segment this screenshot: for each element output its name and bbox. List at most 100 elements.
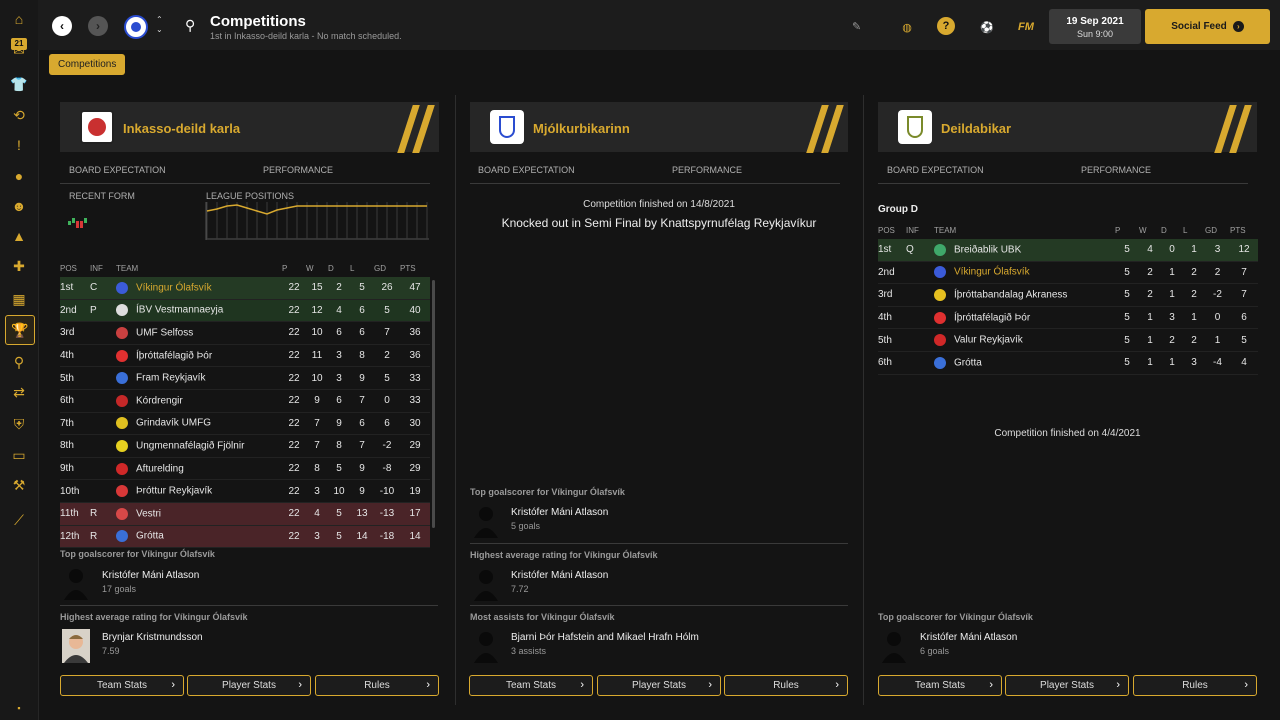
staff-icon[interactable]: ☻: [9, 196, 29, 216]
table-row[interactable]: 2nd P ÍBV Vestmannaeyja 22 12 4 6 5 40: [60, 299, 430, 323]
table-row[interactable]: 5th Valur Reykjavík 5 1 2 2 1 5: [878, 328, 1258, 352]
team-cell[interactable]: Víkingur Ólafsvík: [116, 277, 282, 300]
table-row[interactable]: 6th Grótta 5 1 1 3 -4 4: [878, 351, 1258, 375]
table-row[interactable]: 12th R Grótta 22 3 5 14 -18 14: [60, 525, 430, 549]
goal-diff-cell: 7: [374, 321, 400, 345]
goal-diff-cell: 26: [374, 277, 400, 300]
date-button[interactable]: 19 Sep 2021 Sun 9:00: [1049, 9, 1141, 44]
player-silhouette-icon[interactable]: [62, 566, 90, 600]
table-row[interactable]: 10th Þróttur Reykjavík 22 3 10 9 -10 19: [60, 479, 430, 503]
player-name[interactable]: Brynjar Kristmundsson: [102, 632, 203, 643]
trend-icon[interactable]: ⟋: [9, 510, 29, 530]
team-cell[interactable]: UMF Selfoss: [116, 321, 282, 345]
club-switch-icon[interactable]: ⌃ ⌄: [156, 15, 163, 35]
search-icon[interactable]: ⚲: [185, 17, 195, 34]
schedule-icon[interactable]: ▦: [9, 289, 29, 309]
won-cell: 2: [1139, 261, 1161, 285]
team-stats-button[interactable]: Team Stats ›: [60, 675, 184, 696]
player-silhouette-icon[interactable]: [880, 629, 908, 663]
info-cell: Q: [906, 239, 934, 262]
table-row[interactable]: 9th Afturelding 22 8 5 9 -8 29: [60, 457, 430, 481]
info-cell: [90, 321, 116, 345]
rules-button[interactable]: Rules ›: [724, 675, 848, 696]
football-icon[interactable]: ⚽: [977, 17, 997, 37]
team-cell[interactable]: Valur Reykjavík: [934, 328, 1115, 352]
team-stats-button[interactable]: Team Stats ›: [878, 675, 1002, 696]
table-row[interactable]: 3rd UMF Selfoss 22 10 6 6 7 36: [60, 321, 430, 345]
team-cell[interactable]: Grótta: [934, 351, 1115, 375]
team-cell[interactable]: ÍBV Vestmannaeyja: [116, 299, 282, 323]
finances-icon[interactable]: ▭: [9, 445, 29, 465]
club-icon[interactable]: ⛨: [9, 414, 29, 434]
player-stats-button[interactable]: Player Stats ›: [597, 675, 721, 696]
edit-icon[interactable]: ✎: [852, 20, 861, 33]
squad-icon[interactable]: 👕: [9, 74, 29, 94]
team-cell[interactable]: Kórdrengir: [116, 389, 282, 413]
table-row[interactable]: 11th R Vestri 22 4 5 13 -13 17: [60, 502, 430, 526]
points-cell: 5: [1230, 328, 1258, 352]
rules-button[interactable]: Rules ›: [1133, 675, 1257, 696]
player-name[interactable]: Bjarni Þór Hafstein and Mikael Hrafn Hól…: [511, 632, 699, 643]
rules-button[interactable]: Rules ›: [315, 675, 439, 696]
league-positions-label: LEAGUE POSITIONS: [206, 191, 295, 201]
table-row[interactable]: 4th Íþróttafélagið Þór 5 1 3 1 0 6: [878, 306, 1258, 330]
social-feed-button[interactable]: Social Feed ›: [1145, 9, 1270, 44]
table-row[interactable]: 5th Fram Reykjavík 22 10 3 9 5 33: [60, 366, 430, 390]
team-cell[interactable]: Víkingur Ólafsvík: [934, 261, 1115, 285]
table-row[interactable]: 8th Ungmennafélagið Fjölnir 22 7 8 7 -2 29: [60, 434, 430, 458]
medical-icon[interactable]: ✚: [9, 256, 29, 276]
table-row[interactable]: 6th Kórdrengir 22 9 6 7 0 33: [60, 389, 430, 413]
transfers-icon[interactable]: ⇄: [9, 382, 29, 402]
home-icon[interactable]: ⌂: [9, 9, 29, 29]
table-row[interactable]: 1st Q Breiðablik UBK 5 4 0 1 3 12: [878, 239, 1258, 262]
player-silhouette-icon[interactable]: [472, 567, 500, 601]
team-cell[interactable]: Grindavík UMFG: [116, 412, 282, 436]
team-cell[interactable]: Íþróttafélagið Þór: [934, 306, 1115, 330]
table-row[interactable]: 3rd Íþróttabandalag Akraness 5 2 1 2 -2 7: [878, 283, 1258, 307]
chevron-right-icon: ›: [580, 679, 584, 691]
player-stats-button[interactable]: Player Stats ›: [1005, 675, 1129, 696]
help-icon[interactable]: ?: [937, 17, 955, 35]
player-silhouette-icon[interactable]: [472, 504, 500, 538]
player-name[interactable]: Kristófer Máni Atlason: [511, 507, 608, 518]
player-silhouette-icon[interactable]: [472, 629, 500, 663]
player-name[interactable]: Kristófer Máni Atlason: [511, 570, 608, 581]
globe-icon[interactable]: ◍: [897, 17, 917, 37]
table-row[interactable]: 7th Grindavík UMFG 22 7 9 6 6 30: [60, 412, 430, 436]
team-cell[interactable]: Breiðablik UBK: [934, 239, 1115, 262]
ball-icon[interactable]: ●: [9, 166, 29, 186]
team-cell[interactable]: Grótta: [116, 525, 282, 549]
dynamics-icon[interactable]: ⟲: [9, 105, 29, 125]
club-crest-icon[interactable]: [124, 15, 148, 39]
team-cell[interactable]: Íþróttafélagið Þór: [116, 344, 282, 368]
deild-header[interactable]: Deildabikar: [878, 102, 1257, 153]
team-cell[interactable]: Vestri: [116, 502, 282, 526]
table-row[interactable]: 1st C Víkingur Ólafsvík 22 15 2 5 26 47: [60, 277, 430, 300]
table-scrollbar[interactable]: [432, 280, 435, 528]
team-cell[interactable]: Íþróttabandalag Akraness: [934, 283, 1115, 307]
team-cell[interactable]: Afturelding: [116, 457, 282, 481]
team-stats-button[interactable]: Team Stats ›: [469, 675, 593, 696]
mjolk-header[interactable]: Mjólkurbikarinn: [470, 102, 848, 153]
position-cell: 5th: [878, 328, 906, 352]
search-icon[interactable]: ⚲: [9, 352, 29, 372]
player-stats-button[interactable]: Player Stats ›: [187, 675, 311, 696]
alert-icon[interactable]: !: [9, 135, 29, 155]
table-row[interactable]: 4th Íþróttafélagið Þór 22 11 3 8 2 36: [60, 344, 430, 368]
training-icon[interactable]: ▲: [9, 226, 29, 246]
team-cell[interactable]: Ungmennafélagið Fjölnir: [116, 434, 282, 458]
player-photo-icon[interactable]: [62, 629, 90, 663]
fm-menu-icon[interactable]: FM: [1016, 17, 1036, 37]
back-icon[interactable]: ‹: [52, 16, 72, 36]
inkasso-header[interactable]: Inkasso-deild karla: [60, 102, 439, 153]
table-row[interactable]: 2nd Víkingur Ólafsvík 5 2 1 2 2 7: [878, 261, 1258, 285]
breadcrumb[interactable]: Competitions: [49, 54, 126, 75]
team-cell[interactable]: Fram Reykjavík: [116, 366, 282, 390]
competitions-icon[interactable]: 🏆: [5, 315, 35, 345]
player-name[interactable]: Kristófer Máni Atlason: [920, 632, 1017, 643]
forward-icon[interactable]: ›: [88, 16, 108, 36]
player-name[interactable]: Kristófer Máni Atlason: [102, 570, 199, 581]
won-cell: 4: [1139, 239, 1161, 262]
team-cell[interactable]: Þróttur Reykjavík: [116, 479, 282, 503]
development-icon[interactable]: ⚒: [9, 475, 29, 495]
